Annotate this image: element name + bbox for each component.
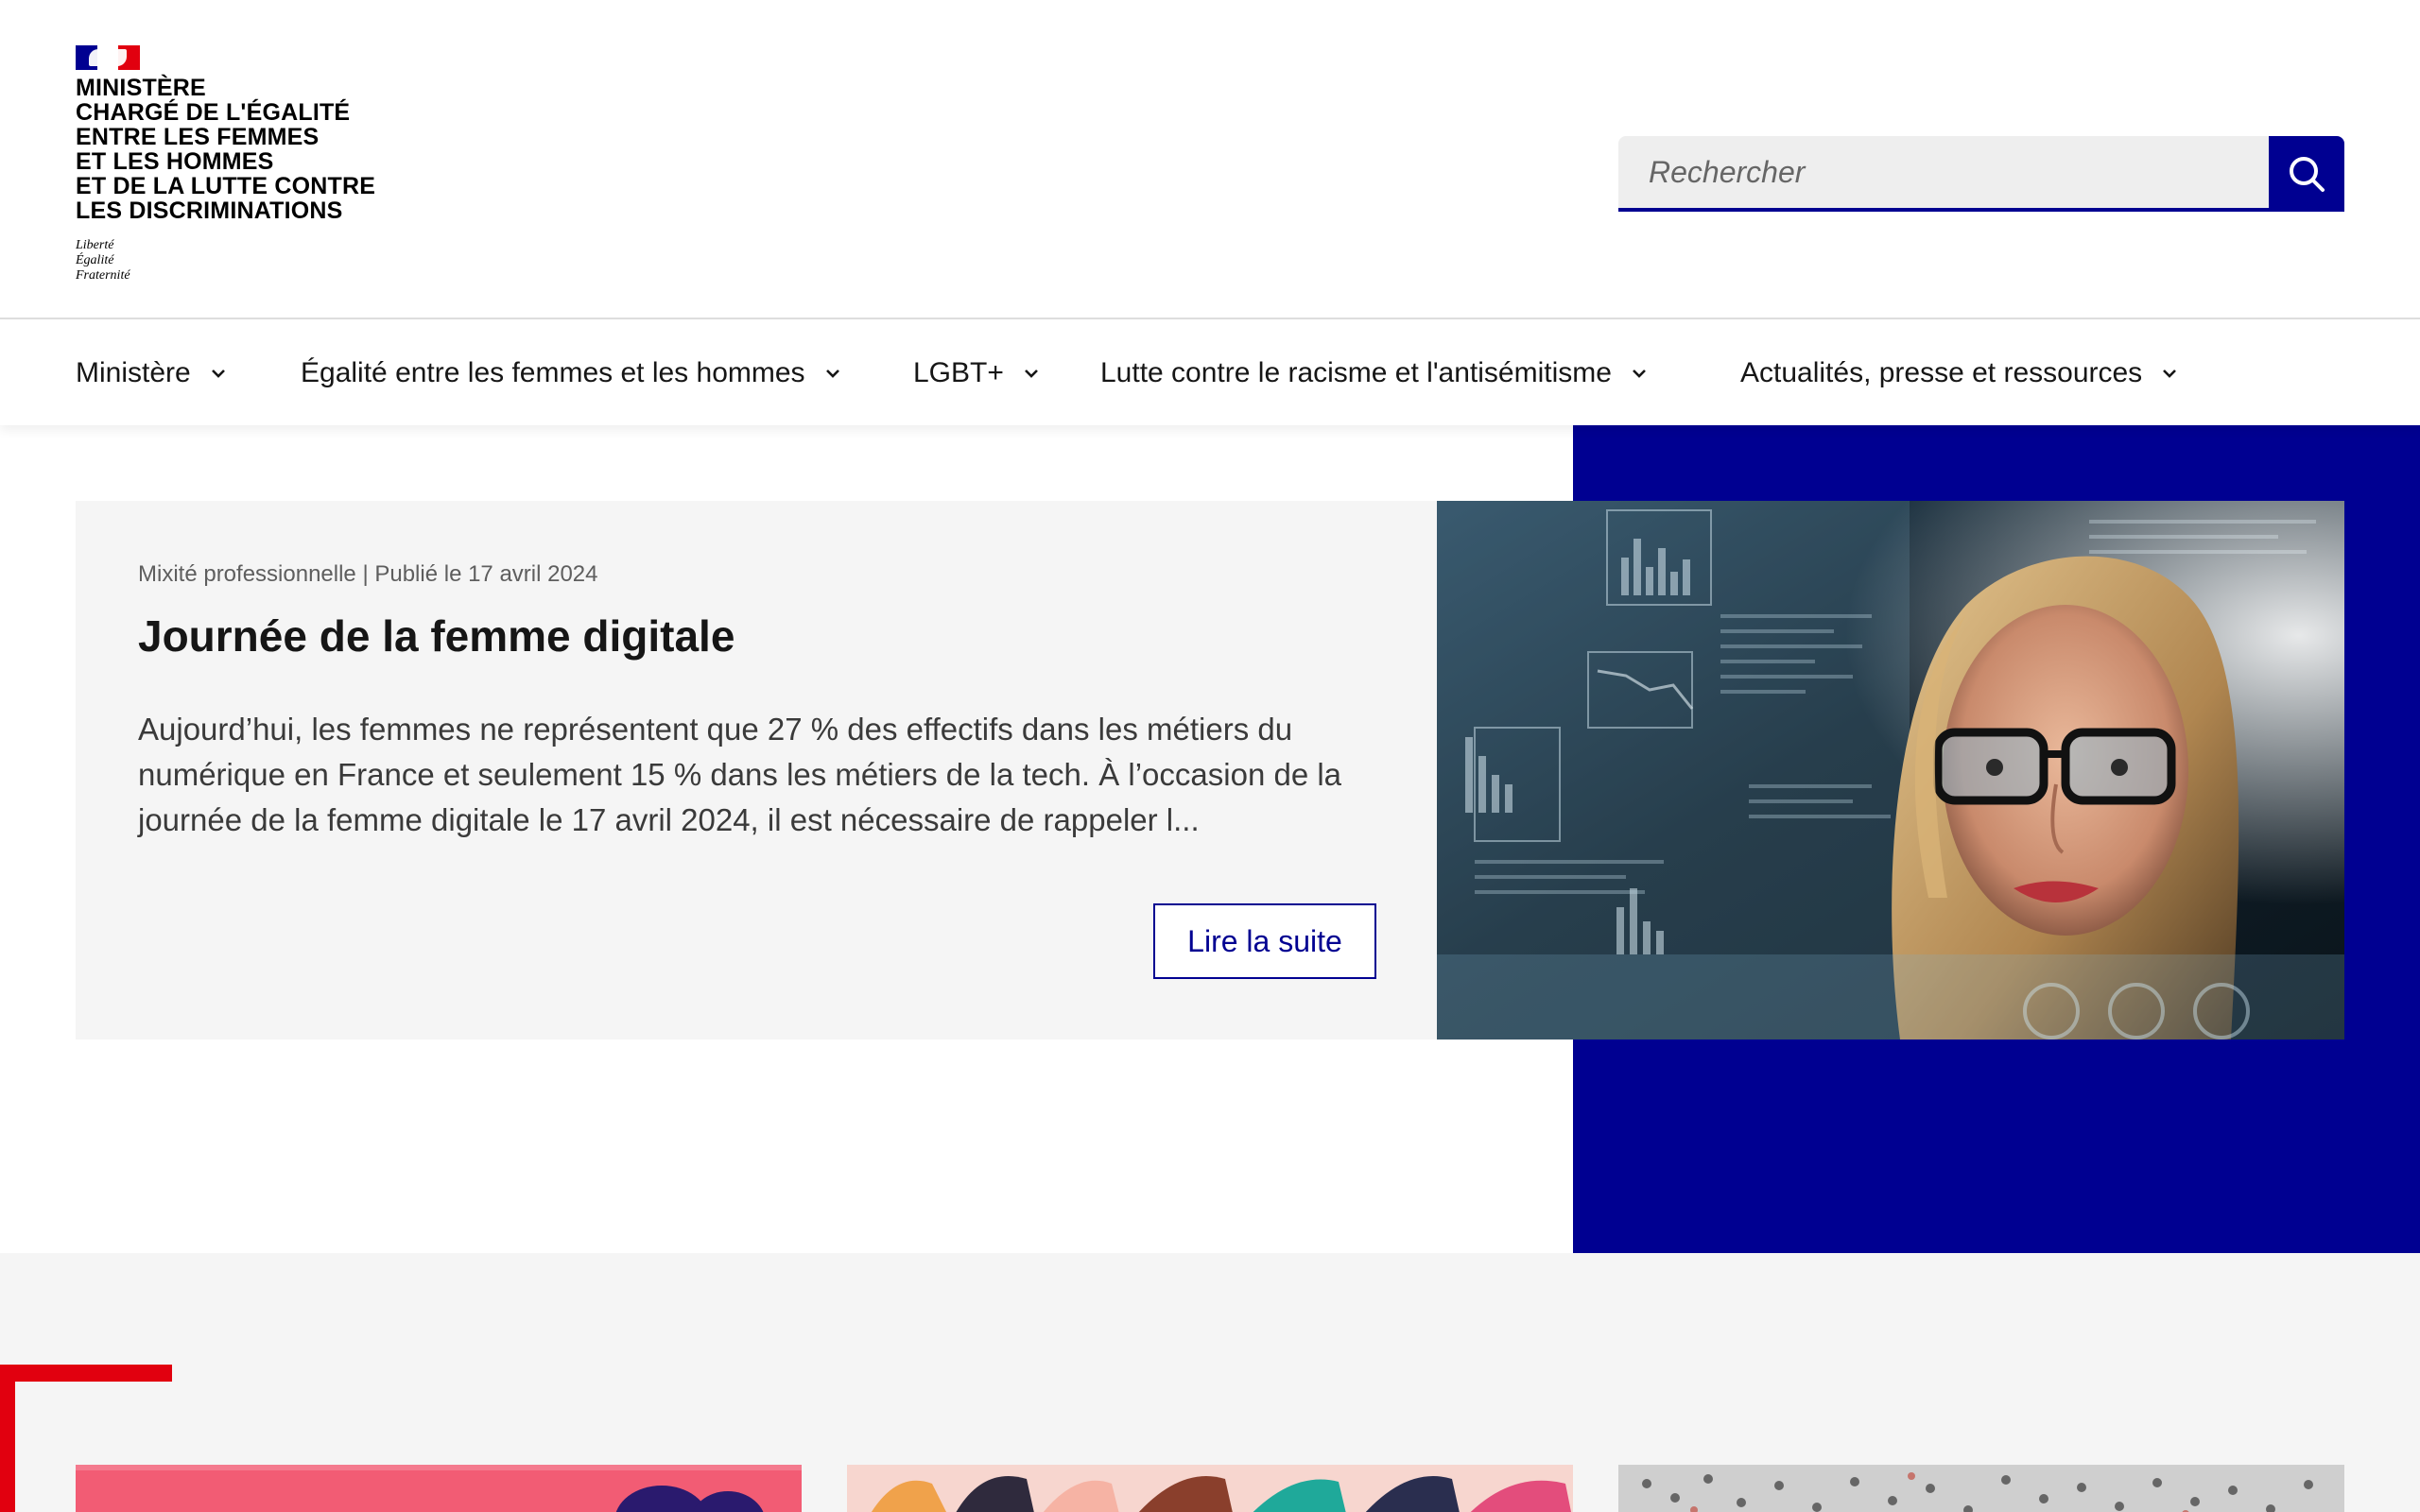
news-section — [0, 1253, 2420, 1512]
french-flag-icon — [76, 45, 140, 70]
motto-line: Liberté — [76, 238, 114, 252]
article-meta: Mixité professionnelle | Publié le 17 av… — [138, 561, 598, 587]
nav-item-label: Lutte contre le racisme et l'antisémitis… — [1100, 357, 1612, 388]
site-header: MINISTÈRE CHARGÉ DE L'ÉGALITÉ ENTRE LES … — [0, 0, 2420, 319]
featured-article-card: Mixité professionnelle | Publié le 17 av… — [76, 501, 1437, 1040]
ministry-line: ET LES HOMMES — [76, 148, 274, 175]
ministry-name: MINISTÈRE CHARGÉ DE L'ÉGALITÉ ENTRE LES … — [76, 76, 375, 223]
search-button[interactable] — [2269, 136, 2344, 212]
ministry-line: ET DE LA LUTTE CONTRE — [76, 173, 376, 199]
ministry-line: ENTRE LES FEMMES — [76, 124, 320, 150]
search-input[interactable] — [1618, 136, 2269, 212]
decorative-corner — [0, 1365, 172, 1382]
ministry-line: CHARGÉ DE L'ÉGALITÉ — [76, 99, 351, 126]
hero-section: Mixité professionnelle | Publié le 17 av… — [0, 425, 2420, 1253]
chevron-down-icon — [2159, 363, 2180, 384]
nav-item-label: Ministère — [76, 357, 191, 388]
republic-motto: Liberté Égalité Fraternité — [76, 238, 375, 284]
nav-item-label: LGBT+ — [913, 357, 1004, 388]
article-description: Aujourd’hui, les femmes ne représentent … — [138, 712, 1342, 837]
news-card-image[interactable] — [1618, 1465, 2344, 1512]
decorative-corner-bar — [0, 1365, 15, 1512]
search-bar — [1618, 136, 2344, 212]
news-card-image[interactable] — [76, 1465, 802, 1512]
main-navigation: Ministère Égalité entre les femmes et le… — [0, 321, 2420, 425]
nav-item-egalite[interactable]: Égalité entre les femmes et les hommes — [301, 321, 843, 425]
article-title[interactable]: Journée de la femme digitale — [138, 610, 735, 662]
nav-item-racisme[interactable]: Lutte contre le racisme et l'antisémitis… — [1100, 321, 1650, 425]
ministry-line: LES DISCRIMINATIONS — [76, 198, 343, 224]
nav-item-actualites[interactable]: Actualités, presse et ressources — [1740, 321, 2180, 425]
chevron-down-icon — [1629, 363, 1650, 384]
chevron-down-icon — [822, 363, 843, 384]
nav-item-label: Actualités, presse et ressources — [1740, 357, 2143, 388]
motto-line: Égalité — [76, 253, 114, 267]
ministry-logo[interactable]: MINISTÈRE CHARGÉ DE L'ÉGALITÉ ENTRE LES … — [76, 45, 375, 284]
chevron-down-icon — [1021, 363, 1042, 384]
nav-item-label: Égalité entre les femmes et les hommes — [301, 357, 805, 388]
read-more-button[interactable]: Lire la suite — [1153, 903, 1376, 979]
article-image — [1437, 501, 2344, 1040]
motto-line: Fraternité — [76, 268, 130, 283]
ministry-line: MINISTÈRE — [76, 75, 206, 101]
news-card-image[interactable] — [847, 1465, 1573, 1512]
nav-item-lgbt[interactable]: LGBT+ — [913, 321, 1042, 425]
search-icon — [2290, 157, 2325, 192]
nav-item-ministere[interactable]: Ministère — [76, 321, 229, 425]
chevron-down-icon — [208, 363, 229, 384]
